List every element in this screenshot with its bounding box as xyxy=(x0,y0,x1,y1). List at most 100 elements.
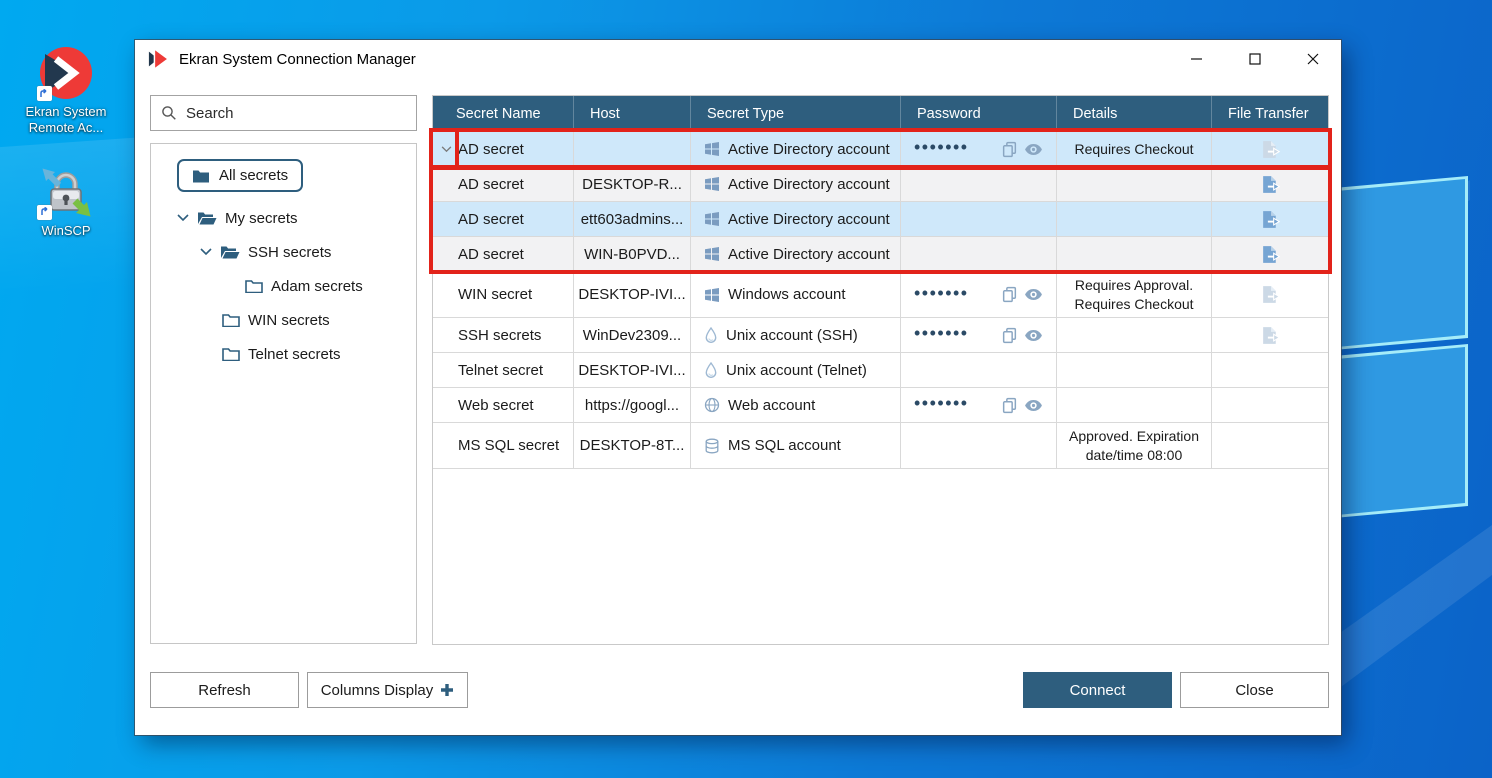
title-bar: Ekran System Connection Manager xyxy=(135,40,1341,78)
maximize-icon xyxy=(1249,53,1261,65)
details-cell xyxy=(1057,202,1212,236)
table-row[interactable]: AD secret ett603admins... Active Directo… xyxy=(433,202,1328,237)
password-mask: ••••••• xyxy=(914,324,969,342)
minimize-icon xyxy=(1191,53,1203,65)
host-cell: WIN-B0PVD... xyxy=(574,237,691,271)
secret-name: WIN secret xyxy=(458,286,532,303)
refresh-button[interactable]: Refresh xyxy=(150,672,299,708)
show-password-eye-icon[interactable] xyxy=(1024,288,1043,301)
details-cell xyxy=(1057,167,1212,201)
file-transfer-icon[interactable] xyxy=(1260,175,1281,194)
minimize-button[interactable] xyxy=(1173,40,1220,78)
tree-item-ssh-secrets[interactable]: SSH secrets xyxy=(161,235,406,269)
table-row[interactable]: WIN secret DESKTOP-IVI... Windows accoun… xyxy=(433,272,1328,318)
close-icon xyxy=(1307,53,1319,65)
secret-type: Active Directory account xyxy=(728,141,890,158)
show-password-eye-icon[interactable] xyxy=(1024,399,1043,412)
copy-password-icon[interactable] xyxy=(1001,327,1018,344)
copy-password-icon[interactable] xyxy=(1001,286,1018,303)
maximize-button[interactable] xyxy=(1231,40,1278,78)
file-transfer-icon[interactable] xyxy=(1260,245,1281,264)
host-cell: https://googl... xyxy=(574,388,691,422)
host-cell: WinDev2309... xyxy=(574,318,691,352)
windows-logo-icon xyxy=(704,141,720,157)
host-cell: DESKTOP-R... xyxy=(574,167,691,201)
column-header-secret-type[interactable]: Secret Type xyxy=(691,96,901,132)
unix-icon xyxy=(704,327,718,343)
tree-item-my-secrets[interactable]: My secrets xyxy=(161,201,406,235)
secret-name: AD secret xyxy=(458,211,524,228)
desktop-icon-ekran[interactable]: Ekran System Remote Ac... xyxy=(26,46,107,137)
table-header: Secret Name Host Secret Type Password De… xyxy=(433,96,1328,132)
secret-name: AD secret xyxy=(458,246,524,263)
folder-tree-panel: All secrets My secrets SSH secrets Adam … xyxy=(150,143,417,644)
password-mask: ••••••• xyxy=(914,284,969,302)
secret-type: Unix account (SSH) xyxy=(726,327,858,344)
table-row[interactable]: Telnet secret DESKTOP-IVI... Unix accoun… xyxy=(433,353,1328,388)
folder-open-icon xyxy=(197,211,217,225)
secret-name: Web secret xyxy=(458,397,534,414)
row-expander-chevron-icon[interactable] xyxy=(438,141,454,157)
file-transfer-icon-disabled xyxy=(1260,140,1281,159)
details-cell xyxy=(1057,388,1212,422)
details-cell xyxy=(1057,237,1212,271)
search-input[interactable] xyxy=(186,105,406,122)
tree-item-all-secrets[interactable]: All secrets xyxy=(177,159,303,192)
column-header-password[interactable]: Password xyxy=(901,96,1057,132)
password-mask: ••••••• xyxy=(914,394,969,412)
columns-display-button[interactable]: Columns Display xyxy=(307,672,468,708)
secret-name: AD secret xyxy=(458,141,524,158)
desktop-icon-label: Ekran System Remote Ac... xyxy=(26,104,107,137)
file-transfer-icon[interactable] xyxy=(1260,210,1281,229)
close-button[interactable]: Close xyxy=(1180,672,1329,708)
folder-filled-icon xyxy=(192,169,210,183)
secret-name: SSH secrets xyxy=(458,327,541,344)
details-cell: Requires Checkout xyxy=(1057,132,1212,166)
connect-button[interactable]: Connect xyxy=(1023,672,1172,708)
show-password-eye-icon[interactable] xyxy=(1024,329,1043,342)
secret-name: Telnet secret xyxy=(458,362,543,379)
database-icon xyxy=(704,438,720,454)
copy-password-icon[interactable] xyxy=(1001,141,1018,158)
ekran-logo-icon xyxy=(148,48,170,70)
tree-item-adam-secrets[interactable]: Adam secrets xyxy=(161,269,406,303)
table-row[interactable]: MS SQL secret DESKTOP-8T... MS SQL accou… xyxy=(433,423,1328,469)
close-window-button[interactable] xyxy=(1289,40,1336,78)
unix-icon xyxy=(704,362,718,378)
shortcut-arrow-icon xyxy=(37,205,52,220)
secret-name: AD secret xyxy=(458,176,524,193)
globe-icon xyxy=(704,397,720,413)
windows-logo-icon xyxy=(704,211,720,227)
table-row[interactable]: Web secret https://googl... Web account … xyxy=(433,388,1328,423)
secret-type: Unix account (Telnet) xyxy=(726,362,867,379)
chevron-down-icon xyxy=(200,248,212,256)
column-header-file-transfer[interactable]: File Transfer xyxy=(1212,96,1328,132)
host-cell: DESKTOP-IVI... xyxy=(574,353,691,387)
secret-type: Web account xyxy=(728,397,815,414)
show-password-eye-icon[interactable] xyxy=(1024,143,1043,156)
column-header-host[interactable]: Host xyxy=(574,96,691,132)
table-row[interactable]: AD secret DESKTOP-R... Active Directory … xyxy=(433,167,1328,202)
tree-item-win-secrets[interactable]: WIN secrets xyxy=(161,303,406,337)
column-header-secret-name[interactable]: Secret Name xyxy=(433,96,574,132)
desktop-icon-winscp[interactable]: WinSCP xyxy=(39,165,93,239)
table-row[interactable]: SSH secrets WinDev2309... Unix account (… xyxy=(433,318,1328,353)
copy-password-icon[interactable] xyxy=(1001,397,1018,414)
table-row[interactable]: AD secret WIN-B0PVD... Active Directory … xyxy=(433,237,1328,272)
desktop-icon-label: WinSCP xyxy=(41,223,90,239)
secret-type: MS SQL account xyxy=(728,437,841,454)
host-cell: DESKTOP-8T... xyxy=(574,423,691,468)
search-icon xyxy=(161,105,177,121)
secret-type: Active Directory account xyxy=(728,246,890,263)
search-box xyxy=(150,95,417,131)
tree-item-telnet-secrets[interactable]: Telnet secrets xyxy=(161,337,406,371)
folder-open-icon xyxy=(220,245,240,259)
windows-logo-wallpaper xyxy=(1330,130,1492,730)
table-row[interactable]: AD secret Active Directory account •••••… xyxy=(433,132,1328,167)
details-cell xyxy=(1057,353,1212,387)
column-header-details[interactable]: Details xyxy=(1057,96,1212,132)
shortcut-arrow-icon xyxy=(37,86,52,101)
details-cell: Requires Approval. Requires Checkout xyxy=(1057,272,1212,317)
file-transfer-icon-disabled xyxy=(1260,326,1281,345)
secrets-table: Secret Name Host Secret Type Password De… xyxy=(432,95,1329,645)
